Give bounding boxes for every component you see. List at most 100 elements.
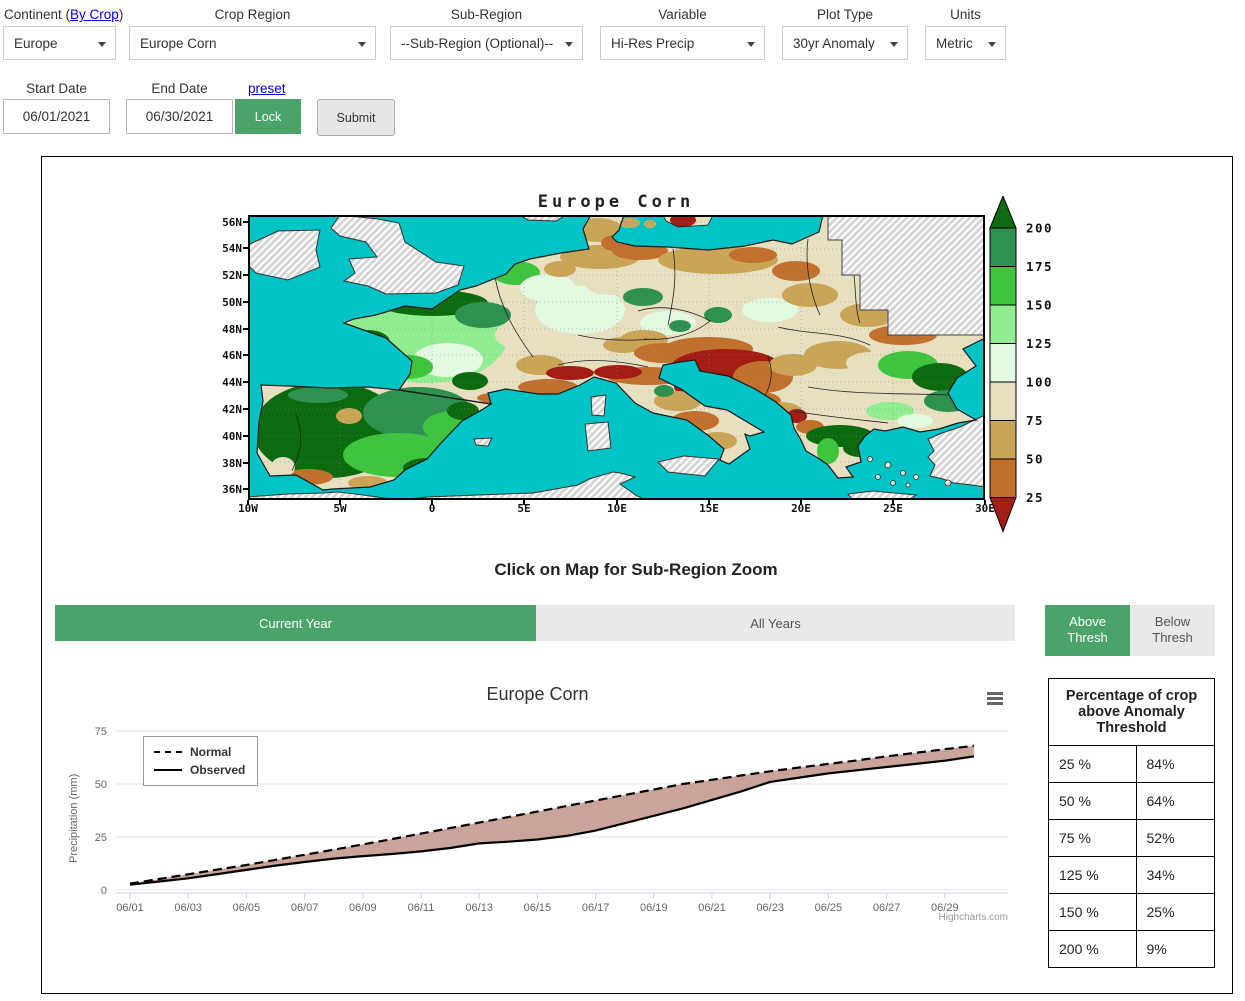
threshold-level: 50 %	[1049, 783, 1137, 820]
lat-label: 38N	[212, 457, 242, 470]
threshold-level: 200 %	[1049, 931, 1137, 968]
x-tick-label: 06/21	[698, 902, 726, 914]
lon-tick	[800, 500, 802, 505]
threshold-value: 25%	[1136, 894, 1214, 931]
lat-label: 44N	[212, 376, 242, 389]
x-tick-label: 06/25	[815, 902, 843, 914]
lon-tick	[892, 500, 894, 505]
europe-anomaly-map[interactable]	[248, 215, 985, 500]
lock-button[interactable]: Lock	[235, 99, 301, 134]
submit-button[interactable]: Submit	[317, 99, 395, 136]
colorbar-label: 100	[1026, 375, 1053, 390]
lat-tick	[243, 274, 248, 276]
continent-label: Continent (By Crop)	[4, 6, 123, 24]
threshold-row: 200 %9%	[1049, 931, 1215, 968]
colorbar-label: 50	[1026, 452, 1044, 467]
lat-label: 56N	[212, 216, 242, 229]
lat-label: 40N	[212, 430, 242, 443]
colorbar-segment	[990, 267, 1016, 306]
tab-current-year[interactable]: Current Year	[55, 605, 536, 641]
colorbar-segment	[990, 421, 1016, 460]
sub-region-label: Sub-Region	[390, 6, 583, 24]
x-tick-label: 06/03	[174, 902, 202, 914]
colorbar-label: 175	[1026, 259, 1053, 274]
solid-line-icon	[154, 769, 182, 771]
dropdown-caret-icon	[988, 42, 996, 47]
lat-label: 50N	[212, 296, 242, 309]
variable-label: Variable	[600, 6, 765, 24]
x-tick-label: 06/15	[524, 902, 552, 914]
lat-label: 42N	[212, 403, 242, 416]
colorbar-segment	[990, 344, 1016, 383]
anomaly-colorbar: 200175150125100755025	[988, 196, 1068, 542]
lat-label: 52N	[212, 269, 242, 282]
continent-select[interactable]: Europe	[3, 26, 116, 60]
dropdown-caret-icon	[98, 42, 106, 47]
lat-tick	[243, 408, 248, 410]
by-crop-link[interactable]: By Crop	[70, 7, 119, 22]
units-label: Units	[925, 6, 1006, 24]
tab-all-years[interactable]: All Years	[536, 605, 1015, 641]
lat-tick	[243, 354, 248, 356]
threshold-value: 34%	[1136, 857, 1214, 894]
end-date-input[interactable]	[126, 99, 233, 134]
threshold-row: 50 %64%	[1049, 783, 1215, 820]
colorbar-arrow-bottom	[990, 498, 1016, 532]
threshold-row: 150 %25%	[1049, 894, 1215, 931]
colorbar-arrow-top	[990, 196, 1016, 228]
x-tick-label: 06/11	[408, 902, 435, 914]
threshold-table: Percentage of crop above Anomaly Thresho…	[1048, 678, 1215, 968]
lat-tick	[243, 247, 248, 249]
threshold-table-header: Percentage of crop above Anomaly Thresho…	[1049, 679, 1215, 746]
threshold-level: 125 %	[1049, 857, 1137, 894]
crop-region-value: Europe Corn	[140, 36, 217, 51]
above-thresh-button[interactable]: Above Thresh	[1045, 605, 1130, 656]
app-root: Continent (By Crop) Europe Crop Region E…	[0, 0, 1245, 1001]
colorbar-segment	[990, 228, 1016, 267]
lat-tick	[243, 435, 248, 437]
threshold-row: 25 %84%	[1049, 746, 1215, 783]
lat-tick	[243, 221, 248, 223]
legend-item-observed[interactable]: Observed	[154, 761, 245, 779]
crop-region-label: Crop Region	[129, 6, 376, 24]
colorbar-segment	[990, 382, 1016, 421]
start-date-input[interactable]	[3, 99, 110, 134]
dashed-line-icon	[154, 751, 182, 753]
plot-type-select[interactable]: 30yr Anomaly	[782, 26, 908, 60]
no-data-sardinia	[585, 422, 611, 451]
x-tick-label: 06/13	[465, 902, 493, 914]
legend-item-normal[interactable]: Normal	[154, 743, 245, 761]
precipitation-chart: 06/0106/0306/0506/0706/0906/1106/1306/15…	[55, 673, 1010, 933]
below-thresh-button[interactable]: Below Thresh	[1130, 605, 1215, 656]
lat-tick	[243, 488, 248, 490]
y-tick-label: 75	[95, 726, 107, 738]
preset-link[interactable]: preset	[248, 81, 286, 96]
threshold-row: 75 %52%	[1049, 820, 1215, 857]
colorbar-label: 75	[1026, 413, 1044, 428]
sub-region-value: --Sub-Region (Optional)--	[401, 36, 553, 51]
threshold-value: 52%	[1136, 820, 1214, 857]
plot-type-value: 30yr Anomaly	[793, 36, 875, 51]
lat-tick	[243, 462, 248, 464]
plot-type-label: Plot Type	[782, 6, 908, 24]
dropdown-caret-icon	[358, 42, 366, 47]
threshold-level: 25 %	[1049, 746, 1137, 783]
threshold-value: 64%	[1136, 783, 1214, 820]
variable-select[interactable]: Hi-Res Precip	[600, 26, 765, 60]
y-tick-label: 25	[95, 832, 107, 844]
x-tick-label: 06/23	[756, 902, 784, 914]
x-tick-label: 06/27	[873, 902, 901, 914]
sub-region-select[interactable]: --Sub-Region (Optional)--	[390, 26, 583, 60]
units-select[interactable]: Metric	[925, 26, 1006, 60]
x-tick-label: 06/07	[291, 902, 319, 914]
x-tick-label: 06/01	[116, 902, 144, 914]
units-value: Metric	[936, 36, 973, 51]
y-tick-label: 50	[95, 779, 107, 791]
x-tick-label: 06/19	[640, 902, 668, 914]
threshold-value: 84%	[1136, 746, 1214, 783]
dropdown-caret-icon	[747, 42, 755, 47]
lat-label: 54N	[212, 242, 242, 255]
colorbar-label: 125	[1026, 336, 1053, 351]
crop-region-select[interactable]: Europe Corn	[129, 26, 376, 60]
lon-tick	[523, 500, 525, 505]
